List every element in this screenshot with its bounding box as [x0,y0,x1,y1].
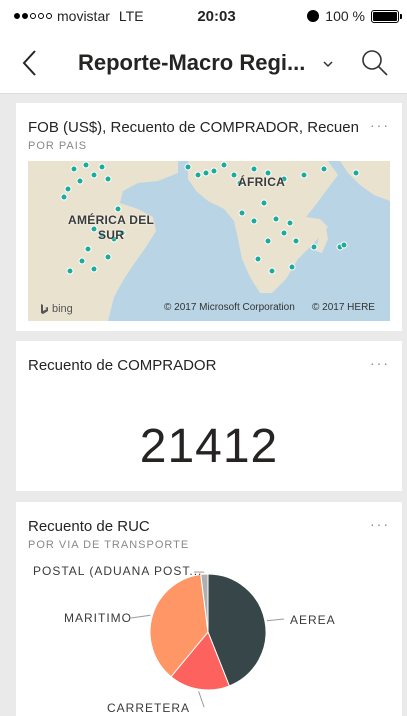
bing-icon [41,303,48,314]
kpi-value: 21412 [139,420,279,473]
copyright-here: © 2017 HERE [312,302,375,313]
more-options-icon[interactable]: ··· [370,117,390,133]
report-selector[interactable]: Reporte-Macro Regi... [60,32,343,94]
pie-leader-line [130,614,151,619]
battery-icon [371,9,402,23]
more-options-icon[interactable]: ··· [370,355,390,371]
search-icon [362,49,388,76]
search-button[interactable] [343,32,407,94]
map-tile[interactable]: FOB (US$), Recuento de COMPRADOR, Recuen… [16,103,402,331]
map-tile-title: FOB (US$), Recuento de COMPRADOR, Recuen… [28,119,358,136]
pie-leader-line [198,691,205,708]
chevron-down-icon [323,61,333,68]
battery-percent: 100 % [325,8,365,24]
kpi-tile[interactable]: Recuento de COMPRADOR ··· 21412 [16,341,402,491]
map-label-south-america: AMÉRICA DEL SUR [68,213,155,242]
app-header: Reporte-Macro Regi... [0,32,407,94]
alarm-icon [307,10,320,22]
pie-tile[interactable]: Recuento de RUC POR VIA DE TRANSPORTE ··… [16,502,402,716]
map-label-africa: ÁFRICA [238,175,286,189]
map-tile-subtitle: POR PAIS [28,140,88,152]
status-time: 20:03 [197,7,236,25]
signal-icon [14,13,52,19]
kpi-tile-title: Recuento de COMPRADOR [28,357,217,374]
pie-label-maritimo: MARITIMO [64,611,132,625]
pie-label-carretera: CARRETERA [107,701,191,715]
network-type: LTE [118,8,144,24]
map-visual[interactable]: ÁFRICA AMÉRICA DEL SUR bing © 2017 Micro… [28,161,390,321]
copyright-microsoft: © 2017 Microsoft Corporation [164,302,295,313]
bing-logo: bing [40,303,73,315]
chevron-left-icon [22,49,36,76]
status-right: 100 % [259,8,402,24]
status-bar: movistar LTE 20:03 100 % [0,0,407,32]
bing-text: bing [52,303,73,315]
back-button[interactable] [0,32,60,94]
pie-leader-line [266,618,285,622]
page-title: Reporte-Macro Regi... [78,49,306,75]
status-left: movistar LTE [14,8,174,24]
pie-label-aerea: AEREA [290,613,336,627]
europe-asia-shape [340,161,390,201]
pie-label-postal: POSTAL (ADUANA POST... [33,564,203,578]
carrier-name: movistar [57,8,110,24]
pie-chart[interactable] [16,502,402,716]
